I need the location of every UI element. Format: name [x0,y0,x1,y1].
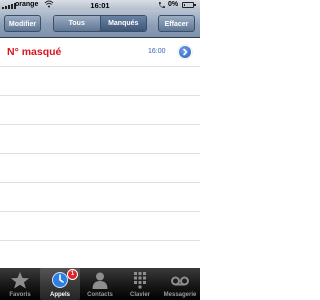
tab-contacts[interactable]: Contacts [80,268,120,300]
empty-row [0,67,200,96]
call-row[interactable]: N° masqué 16:00 [0,38,200,67]
tab-label: Messagerie [163,292,197,298]
tab-recents[interactable]: 1 Appels [40,268,80,300]
empty-row [0,241,200,270]
voicemail-icon [171,276,189,286]
star-icon [11,272,29,289]
tab-label: Contacts [87,292,113,298]
tab-bar: Favoris 1 Appels Contacts Clavier Messag… [0,268,200,300]
segment-missed[interactable]: Manqués [99,16,146,31]
phone-screen: orange 16:01 0% Modifier Tous Manqués Ef… [0,0,200,300]
empty-row [0,96,200,125]
recent-calls-list: N° masqué 16:00 [0,38,200,270]
tab-keypad[interactable]: Clavier [120,268,160,300]
tab-voicemail[interactable]: Messagerie [160,268,200,300]
tab-label: Appels [49,292,70,298]
tab-favorites[interactable]: Favoris [0,268,40,300]
calls-filter-segmented-control: Tous Manqués [53,15,147,32]
nav-bar: Modifier Tous Manqués Effacer [0,10,200,38]
empty-row [0,212,200,241]
battery-percent: 0% [168,1,179,8]
tab-label: Clavier [129,292,150,298]
segment-all[interactable]: Tous [54,16,100,31]
tab-label: Favoris [9,292,31,298]
call-time: 16:00 [148,48,166,55]
empty-row [0,183,200,212]
missed-calls-badge: 1 [67,269,78,280]
info-disclosure-icon[interactable] [179,46,191,58]
clear-button[interactable]: Effacer [158,15,195,32]
edit-button[interactable]: Modifier [4,15,41,32]
person-icon [92,272,108,289]
battery-icon [182,2,196,8]
empty-row [0,125,200,154]
keypad-icon [134,272,146,289]
empty-row [0,154,200,183]
battery-level-fill [184,4,185,6]
status-bar: orange 16:01 0% [0,0,200,10]
caller-name: N° masqué [7,46,62,58]
